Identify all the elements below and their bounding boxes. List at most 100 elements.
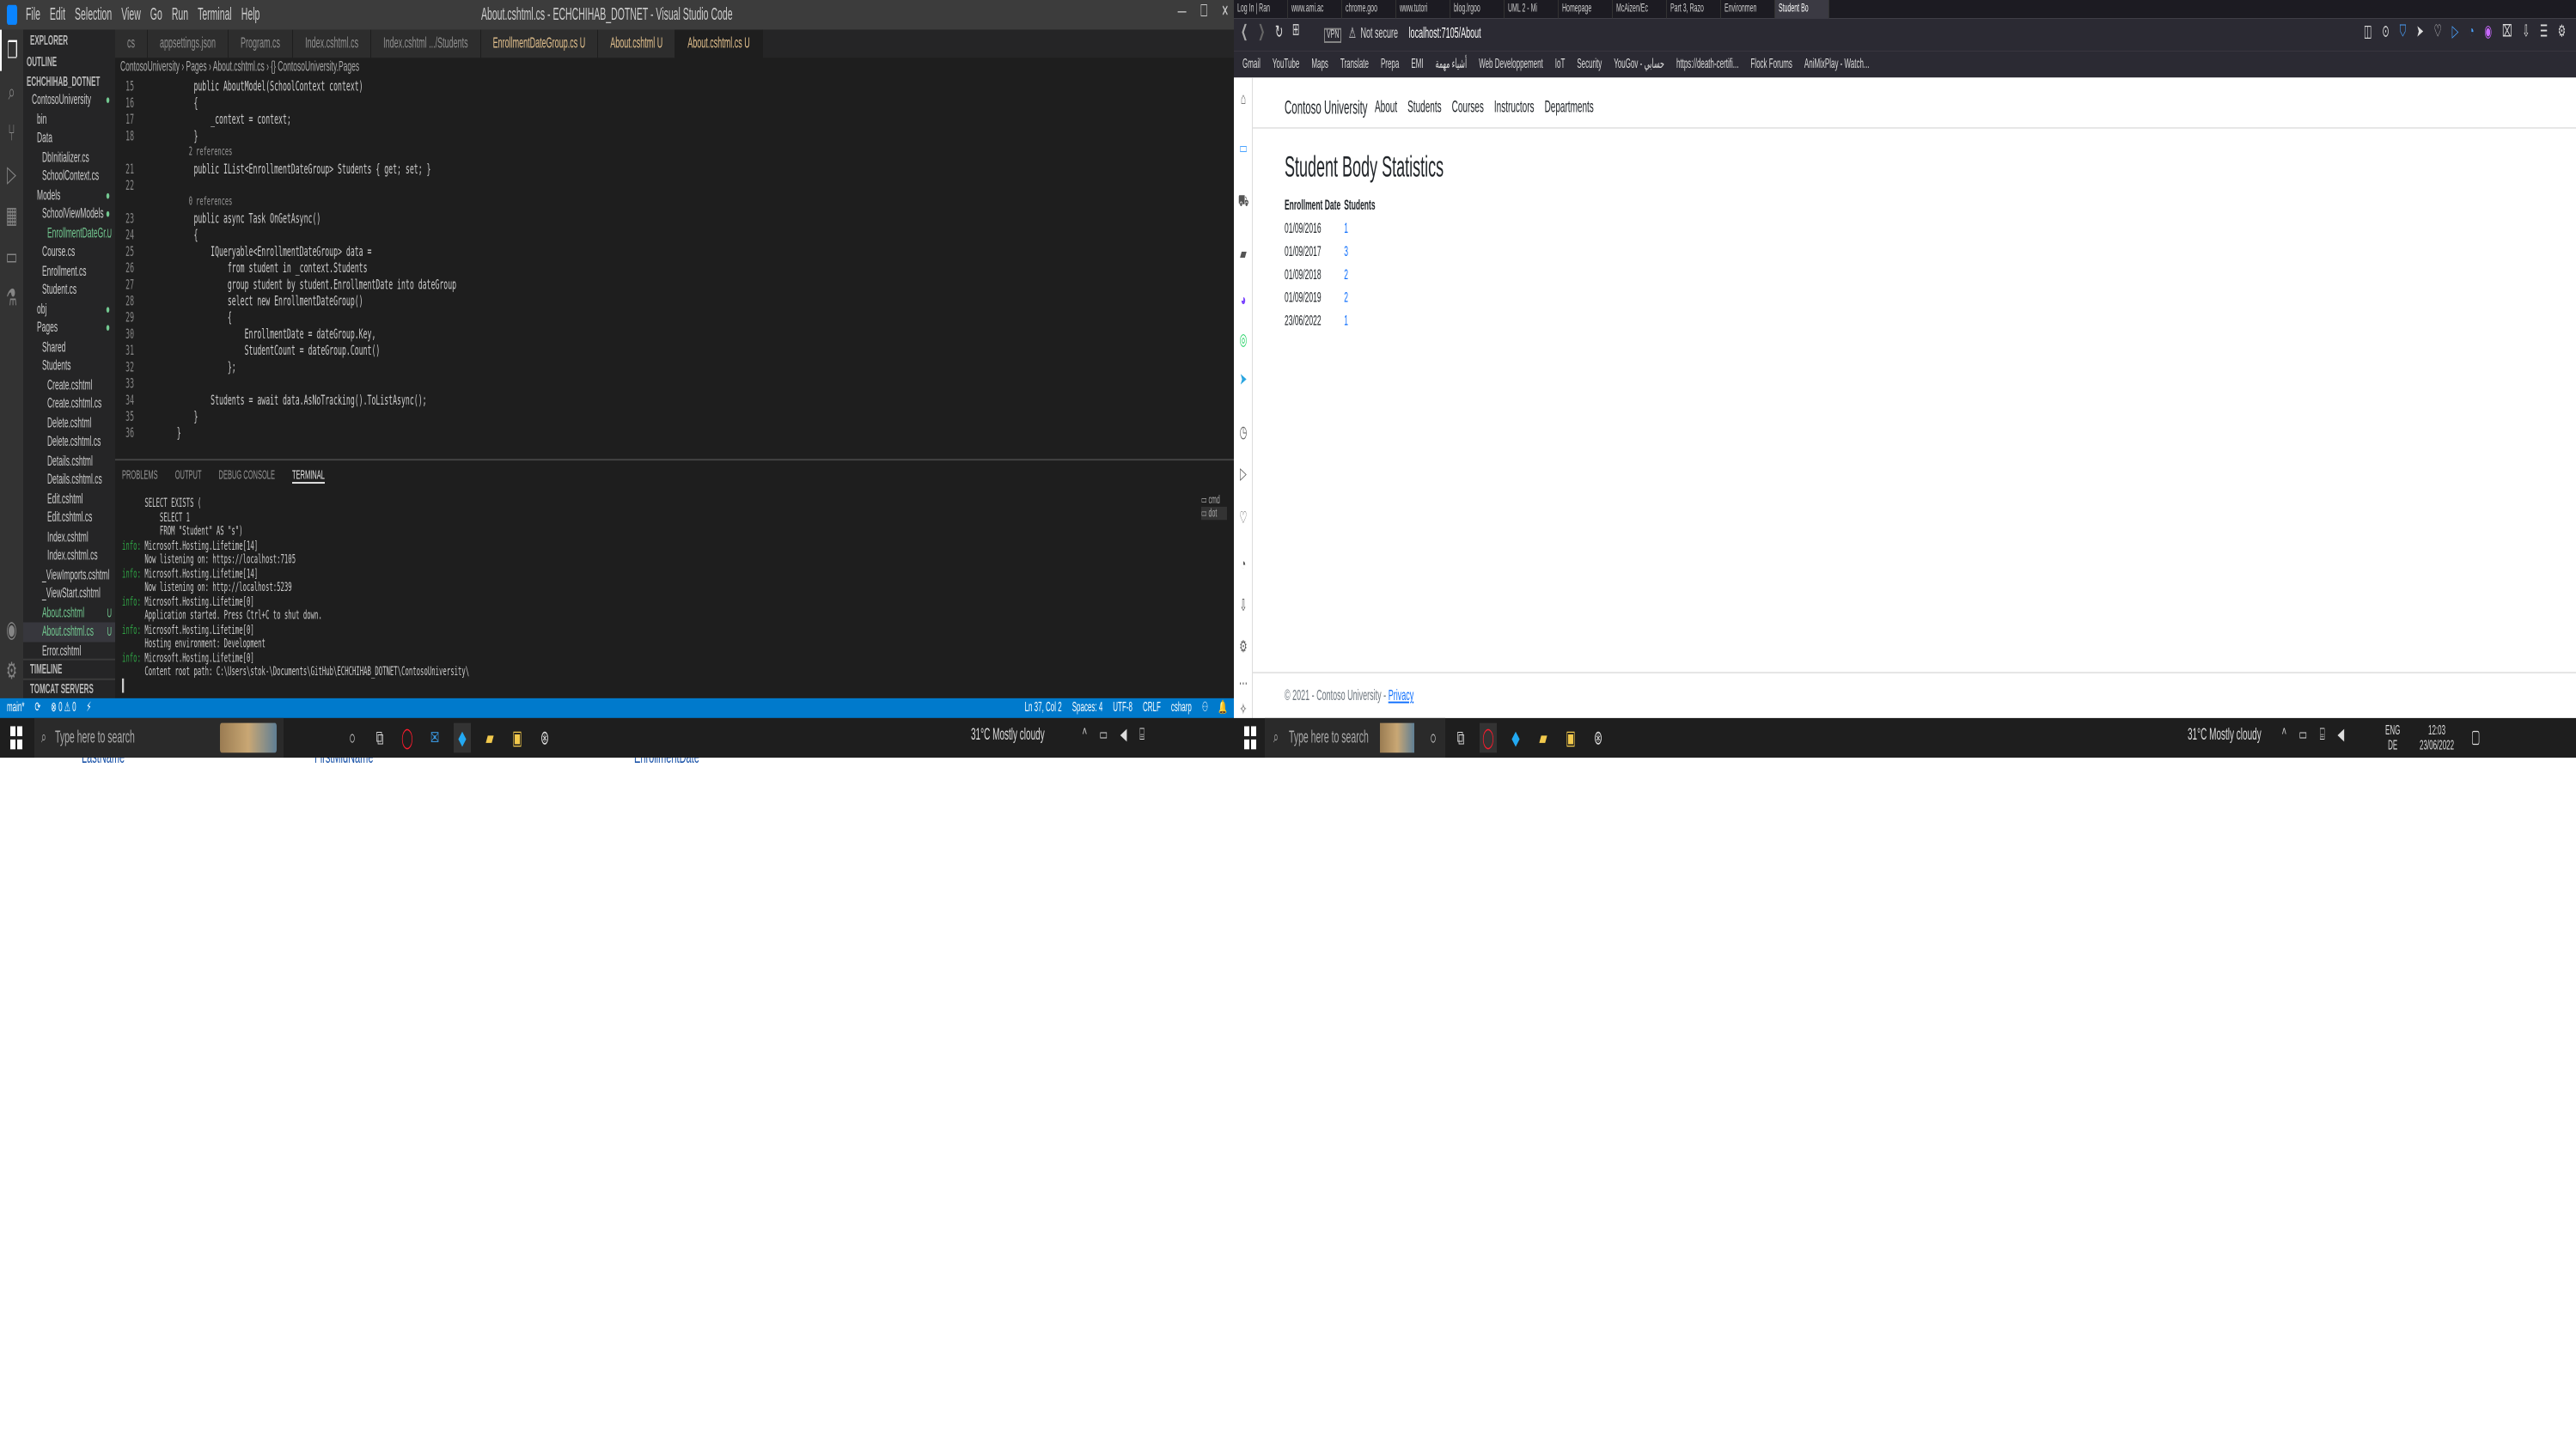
tree-item[interactable]: Shared (23, 338, 115, 356)
bookmark-item[interactable]: Flock Forums (1750, 52, 1792, 78)
menu-item-edit[interactable]: Edit (50, 5, 65, 25)
whatsapp-icon[interactable]: ◎ (1238, 332, 1248, 351)
editor-tab[interactable]: appsettings.json (148, 29, 229, 58)
downloads-sidebar-icon[interactable]: ⇩ (1238, 598, 1248, 618)
close-icon[interactable]: ✕ (1222, 3, 1229, 21)
weather-widget[interactable]: 31°C Mostly cloudy (971, 727, 1045, 745)
timeline-section[interactable]: TIMELINE (23, 658, 115, 678)
tree-item[interactable]: Student.cs (23, 281, 115, 300)
bookmark-item[interactable]: Gmail (1242, 52, 1261, 78)
status-right-item[interactable]: 🔔 (1218, 698, 1227, 718)
player-icon[interactable]: ▷ (2452, 23, 2459, 41)
browser-tab[interactable]: www.tutori (1396, 0, 1450, 19)
tomcat-servers-section[interactable]: TOMCAT SERVERS (23, 677, 115, 697)
extension-icon[interactable]: ◉ (2484, 23, 2492, 41)
bookmark-item[interactable]: https://death-certifi... (1676, 52, 1738, 78)
tree-item[interactable]: Students (23, 356, 115, 375)
messenger-sidebar-icon[interactable]: ◕ (1238, 292, 1248, 312)
chrome-icon[interactable]: ⊛ (536, 723, 553, 753)
account-icon[interactable]: ◉ (0, 609, 23, 650)
telegram-icon[interactable]: ➤ (1238, 371, 1248, 391)
breadcrumb[interactable]: ContosoUniversity › Pages › About.cshtml… (115, 58, 1234, 76)
nav-link-instructors[interactable]: Instructors (1494, 99, 1535, 117)
editor-tab[interactable]: Index.cshtml .../Students (371, 29, 481, 58)
easy-setup-icon[interactable]: ☰ (2540, 23, 2548, 41)
nav-link-departments[interactable]: Departments (1545, 99, 1594, 117)
browser-tab[interactable]: Student Bo (1775, 0, 1829, 19)
bookmark-item[interactable]: Prepa (1381, 52, 1399, 78)
tree-item[interactable]: About.cshtml U (23, 603, 115, 622)
store-icon-2[interactable]: ▣ (1562, 723, 1579, 753)
back-icon[interactable]: ❮ (1241, 23, 1248, 41)
messenger-icon[interactable]: ◔ (2469, 23, 2474, 41)
bookmark-item[interactable]: Web Developpement (1479, 52, 1543, 78)
tree-item[interactable]: DbInitializer.cs (23, 148, 115, 167)
bookmark-item[interactable]: IoT (1555, 52, 1566, 78)
home-icon[interactable]: ⌂ (1238, 91, 1248, 111)
tree-item[interactable]: _ViewStart.cshtml (23, 584, 115, 603)
tree-item[interactable]: Data (23, 129, 115, 148)
menu-item-selection[interactable]: Selection (75, 5, 112, 25)
status-right-item[interactable]: ⚇ (1202, 698, 1208, 718)
tree-item[interactable]: Edit.cshtml (23, 490, 115, 509)
app-icon-bar[interactable]: ▰ (1238, 246, 1248, 265)
terminal-instance-1[interactable]: ▭ cmd (1201, 494, 1227, 506)
explorer-icon[interactable]: ❐ (0, 29, 23, 71)
tree-item[interactable]: Pages ● (23, 319, 115, 338)
browser-tab[interactable]: McAizen/Ec (1613, 0, 1667, 19)
taskbar-search-input[interactable]: ⌕ Type here to search (34, 717, 284, 758)
clock-icon[interactable]: ◔ (1238, 557, 1248, 576)
chrome-icon-2[interactable]: ⊛ (1590, 723, 1607, 753)
reload-icon[interactable]: ↻ (1275, 21, 1283, 43)
clock[interactable]: 12:03 23/06/2022 (2420, 723, 2454, 753)
tree-item[interactable]: Error.cshtml (23, 642, 115, 661)
shield-icon[interactable]: ⛉ (2400, 23, 2407, 41)
bookmark-item[interactable]: Maps (1311, 52, 1328, 78)
menu-item-terminal[interactable]: Terminal (198, 5, 232, 25)
panel-tab-terminal[interactable]: TERMINAL (291, 467, 325, 484)
browser-tab[interactable]: Log In | Ran (1234, 0, 1288, 19)
nav-link-students[interactable]: Students (1407, 99, 1441, 117)
menu-item-view[interactable]: View (121, 5, 141, 25)
extensions-icon[interactable]: ▦ (0, 195, 23, 236)
browser-tab[interactable]: chrome.goo (1342, 0, 1396, 19)
status-right-item[interactable]: UTF-8 (1113, 698, 1132, 718)
editor-tab[interactable]: About.cshtml.cs U (675, 29, 763, 58)
opera-icon[interactable]: ◯ (399, 723, 416, 753)
tree-item[interactable]: Delete.cshtml (23, 413, 115, 432)
privacy-link[interactable]: Privacy (1389, 686, 1414, 703)
tree-item[interactable]: Create.cshtml (23, 375, 115, 394)
snapshot-icon[interactable]: ◫ (2364, 23, 2372, 41)
bookmark-item[interactable]: AniMixPlay - Watch... (1804, 52, 1870, 78)
editor-tab[interactable]: Program.cs (229, 29, 294, 58)
file-explorer-icon[interactable]: ▰ (481, 723, 498, 753)
windows-start-icon-2[interactable] (1244, 726, 1256, 750)
tree-item[interactable]: Edit.cshtml.cs (23, 509, 115, 527)
cortana-icon-2[interactable]: ○ (1425, 723, 1442, 753)
tree-item[interactable]: Course.cs (23, 242, 115, 261)
menu-item-run[interactable]: Run (172, 5, 188, 25)
camera-icon[interactable]: ⊙ (2382, 23, 2389, 41)
bookmark-item[interactable]: YouTube (1273, 52, 1299, 78)
terminal-instance-2[interactable]: ▭ dot (1201, 506, 1227, 521)
tree-item[interactable]: bin (23, 110, 115, 129)
browser-tab[interactable]: Environmen (1721, 0, 1775, 19)
more-icon[interactable]: ⋯ (1238, 675, 1248, 695)
browser-tab[interactable]: Part 3, Razo (1667, 0, 1721, 19)
tree-item[interactable]: _ViewImports.cshtml (23, 565, 115, 584)
panel-tab-debug-console[interactable]: DEBUG CONSOLE (219, 467, 275, 484)
status-right-item[interactable]: Ln 37, Col 2 (1025, 698, 1062, 718)
tree-item[interactable]: Models ● (23, 186, 115, 204)
status-left-item[interactable]: ⟳ (34, 698, 40, 718)
bookmark-item[interactable]: Security (1577, 52, 1602, 78)
status-right-item[interactable]: csharp (1171, 698, 1192, 718)
task-view-icon-2[interactable]: ⧉ (1452, 723, 1469, 753)
site-brand-link[interactable]: Contoso University (1285, 99, 1368, 119)
bookmark-item[interactable]: أشياء مهمة (1436, 52, 1468, 78)
nav-link-about[interactable]: About (1375, 99, 1397, 117)
manage-gear-icon[interactable]: ⚙ (0, 650, 23, 691)
language-indicator[interactable]: ENG DE (2385, 723, 2400, 753)
search-icon[interactable]: ⌕ (0, 71, 23, 113)
browser-tab[interactable]: Homepage (1559, 0, 1613, 19)
tree-item[interactable]: Create.cshtml.cs (23, 394, 115, 413)
